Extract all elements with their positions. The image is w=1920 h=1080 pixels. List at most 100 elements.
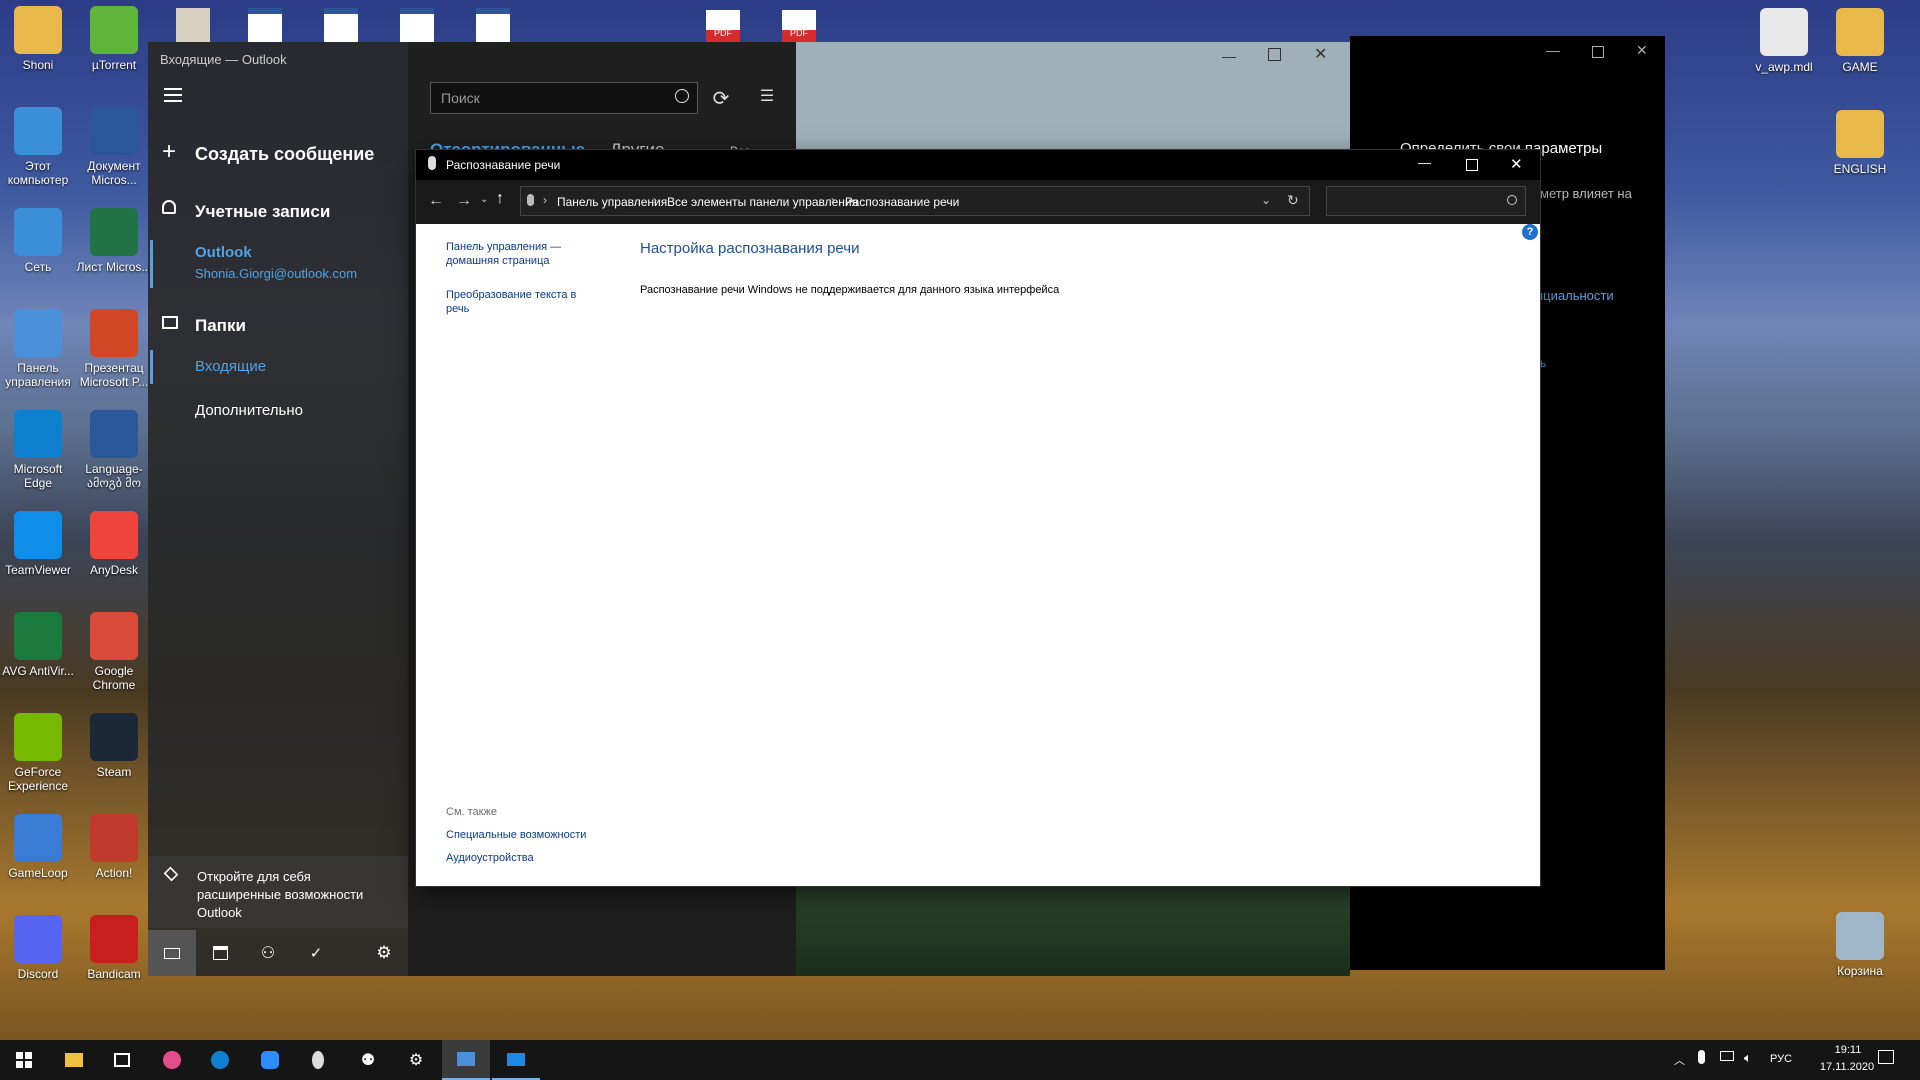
minimize-button[interactable]: — [1546, 42, 1560, 58]
close-button[interactable]: ✕ [1314, 44, 1327, 64]
hamburger-menu-icon[interactable] [164, 88, 182, 102]
folder-more[interactable]: Дополнительно [148, 392, 408, 430]
desktop-icon[interactable]: Action! [76, 814, 152, 880]
minimize-button[interactable]: — [1418, 155, 1431, 170]
audio-devices-link[interactable]: Аудиоустройства [446, 852, 534, 864]
mail-icon[interactable] [148, 930, 196, 976]
people-app-icon[interactable]: ⚉ [344, 1040, 392, 1080]
app-icon[interactable] [294, 1040, 342, 1080]
word-doc-icon[interactable] [400, 8, 434, 42]
edge-icon[interactable] [196, 1040, 244, 1080]
store-icon[interactable] [98, 1040, 146, 1080]
close-button[interactable]: ✕ [1636, 42, 1648, 59]
desktop-icon-label: Google Chrome [92, 664, 136, 692]
settings-gear-icon[interactable]: ⚙ [360, 930, 408, 976]
desktop-icon[interactable]: v_awp.mdl [1746, 8, 1822, 74]
breadcrumb-control-panel[interactable]: Панель управления [557, 195, 667, 209]
clock-date[interactable]: 17.11.2020 [1808, 1061, 1886, 1073]
cp-home-link[interactable]: Панель управления — домашняя страница [446, 240, 596, 268]
recent-dropdown-icon[interactable]: ⌄ [480, 194, 488, 205]
start-button[interactable] [0, 1040, 48, 1080]
file-explorer-icon[interactable] [50, 1040, 98, 1080]
clock-time[interactable]: 19:11 [1822, 1044, 1874, 1056]
network-icon[interactable] [1720, 1051, 1734, 1061]
pdf-icon[interactable]: PDF [706, 10, 740, 42]
desktop-icon[interactable]: Этот компьютер [0, 107, 76, 187]
language-indicator[interactable]: РУС [1770, 1053, 1792, 1065]
desktop-icon[interactable]: ENGLISH [1822, 110, 1898, 176]
desktop-icon[interactable]: Bandicam [76, 915, 152, 981]
accessibility-link[interactable]: Специальные возможности [446, 829, 586, 841]
folders-header[interactable]: Папки [148, 308, 408, 344]
notifications-icon[interactable] [1878, 1050, 1894, 1064]
avg-icon [14, 612, 62, 660]
promo-banner[interactable]: Откройте для себя расширенные возможност… [148, 856, 408, 928]
desktop-icon[interactable]: GeForce Experience [0, 713, 76, 793]
sync-icon[interactable]: ⟳ [706, 86, 736, 110]
new-message-button[interactable]: + Создать сообщение [148, 134, 408, 174]
account-outlook[interactable]: Outlook Shonia.Giorgi@outlook.com [148, 238, 408, 292]
cp-address-bar: ← → ⌄ ↑ › Панель управления › Все элемен… [416, 180, 1540, 224]
word-doc-icon[interactable] [324, 8, 358, 42]
up-arrow-icon[interactable]: ↑ [496, 190, 504, 208]
calendar-icon[interactable] [196, 930, 244, 976]
cp-search-box[interactable] [1326, 186, 1526, 216]
settings-gear-icon[interactable]: ⚙ [392, 1040, 440, 1080]
select-mode-icon[interactable]: ☰ [752, 86, 782, 110]
privacy-link[interactable]: нциальности [1536, 288, 1614, 303]
desktop-icon[interactable]: Сеть [0, 208, 76, 274]
search-icon[interactable] [1507, 195, 1517, 205]
maximize-button[interactable] [1268, 48, 1281, 61]
show-hidden-icons[interactable]: ︿ [1674, 1052, 1685, 1068]
breadcrumb-speech[interactable]: Распознавание речи [845, 195, 959, 209]
desktop-icon[interactable]: TeamViewer [0, 511, 76, 577]
desktop-icon[interactable]: Discord [0, 915, 76, 981]
desktop-icon[interactable]: Microsoft Edge [0, 410, 76, 490]
maximize-button[interactable] [1592, 46, 1604, 58]
desktop-icon[interactable]: Документ Micros... [76, 107, 152, 187]
refresh-icon[interactable]: ↻ [1287, 192, 1299, 209]
desktop-icon[interactable]: GameLoop [0, 814, 76, 880]
close-button[interactable]: ✕ [1510, 155, 1523, 173]
pdf-icon[interactable]: PDF [782, 10, 816, 42]
control-panel-taskbar-icon[interactable] [442, 1040, 490, 1080]
search-box[interactable]: Поиск [430, 82, 698, 114]
desktop-icon[interactable]: Google Chrome [76, 612, 152, 692]
desktop-icon[interactable]: Steam [76, 713, 152, 779]
desktop-icon[interactable]: AnyDesk [76, 511, 152, 577]
desktop-icon[interactable]: Лист Micros... [76, 208, 152, 274]
forward-arrow-icon[interactable]: → [456, 192, 472, 210]
help-icon[interactable]: ? [1522, 224, 1538, 240]
word-doc-icon[interactable] [476, 8, 510, 42]
desktop-icon[interactable]: Language- ამოგბ მო [76, 410, 152, 490]
edge-icon [14, 410, 62, 458]
address-box[interactable]: › Панель управления › Все элементы панел… [520, 186, 1310, 216]
breadcrumb-all-items[interactable]: Все элементы панели управления [667, 195, 858, 209]
desktop-icon[interactable]: Корзина [1822, 912, 1898, 978]
people-icon[interactable]: ⚇ [244, 930, 292, 976]
desktop-icon[interactable]: Презентац Microsoft P... [76, 309, 152, 389]
folder-inbox[interactable]: Входящие [148, 348, 408, 386]
todo-icon[interactable]: ✓ [292, 930, 340, 976]
desktop-icon-label: Shoni [22, 58, 54, 72]
desktop-icon[interactable]: Shoni [0, 6, 76, 72]
volume-icon[interactable]: 🔈︎ [1744, 1050, 1752, 1066]
desktop-icon[interactable]: AVG AntiVir... [0, 612, 76, 678]
back-arrow-icon[interactable]: ← [428, 192, 444, 210]
itunes-icon[interactable] [148, 1040, 196, 1080]
address-dropdown-icon[interactable]: ⌄ [1261, 193, 1271, 207]
tts-link[interactable]: Преобразование текста в речь [446, 288, 596, 316]
word-doc-icon[interactable] [248, 8, 282, 42]
zoom-icon[interactable] [246, 1040, 294, 1080]
desktop-icon[interactable]: GAME [1822, 8, 1898, 74]
file-icon[interactable] [176, 8, 210, 42]
accounts-header[interactable]: Учетные записи [148, 194, 408, 230]
minimize-button[interactable]: — [1222, 48, 1236, 64]
settings-link[interactable]: ь [1540, 356, 1546, 370]
mail-app-icon[interactable] [492, 1040, 540, 1080]
desktop-icon[interactable]: Панель управления [0, 309, 76, 389]
maximize-button[interactable] [1466, 159, 1478, 171]
microphone-icon[interactable] [1698, 1050, 1705, 1064]
search-icon[interactable] [675, 89, 689, 103]
desktop-icon[interactable]: µTorrent [76, 6, 152, 72]
